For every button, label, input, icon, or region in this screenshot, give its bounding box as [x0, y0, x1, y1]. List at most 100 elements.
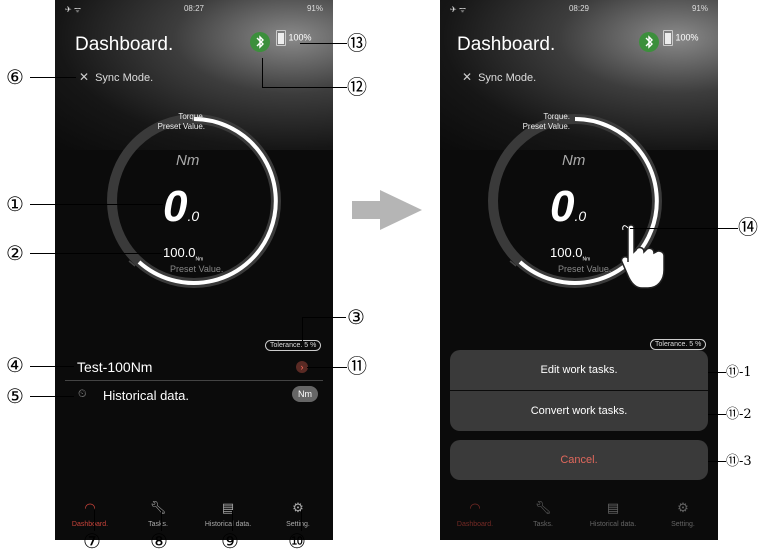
preset-value-unit: Nm: [195, 256, 204, 263]
callout-line: [94, 510, 95, 531]
tab-historical-data[interactable]: ▤ Historical data.: [193, 500, 263, 528]
tab-setting[interactable]: ⚙ Setting.: [648, 500, 718, 528]
callout-5: ⑤: [6, 384, 24, 408]
tab-historical-data[interactable]: ▤ Historical data.: [578, 500, 648, 528]
transition-arrow: [352, 190, 422, 230]
document-icon: ▤: [606, 500, 620, 515]
callout-1: ①: [6, 192, 24, 216]
torque-value: 0.0: [163, 182, 199, 232]
tab-dashboard[interactable]: ◠ Dashboard.: [440, 500, 510, 528]
callout-line: [161, 510, 162, 531]
callout-8: ⑧: [150, 529, 168, 553]
preset-value-top-label: Preset Value.: [522, 122, 570, 131]
tab-bar: ◠ Dashboard. 🔧︎ Tasks. ▤ Historical data. ⚙…: [440, 478, 718, 540]
callout-line: [708, 414, 726, 415]
task-name[interactable]: Test-100Nm: [77, 359, 152, 375]
page-title: Dashboard.: [75, 34, 174, 55]
battery-indicator: 100%: [663, 30, 699, 46]
torque-value-decimal: .0: [574, 208, 587, 224]
callout-4: ④: [6, 353, 24, 377]
tab-setting[interactable]: ⚙ Setting.: [263, 500, 333, 528]
callout-line: [302, 317, 346, 318]
unit-toggle[interactable]: Nm: [292, 386, 318, 402]
torque-value-decimal: .0: [187, 208, 200, 224]
callout-11: ⑪: [347, 354, 367, 378]
wrench-icon: 🔧︎: [149, 500, 167, 515]
callout-line: [300, 43, 347, 44]
preset-value-number: 100.0: [163, 245, 196, 260]
battery-icon: [276, 30, 286, 46]
tab-label: Tasks.: [148, 521, 168, 528]
status-battery: 91%: [306, 4, 323, 13]
callout-line: [30, 253, 162, 254]
convert-work-tasks-button[interactable]: Convert work tasks.: [450, 391, 708, 431]
callout-3: ③: [347, 305, 365, 329]
bluetooth-icon[interactable]: [250, 32, 270, 52]
sync-mode-button[interactable]: ✕ Sync Mode.: [79, 70, 153, 84]
torque-value-int: 0: [550, 182, 575, 231]
callout-10: ⑩: [288, 529, 306, 553]
callout-line: [30, 396, 74, 397]
torque-value-int: 0: [163, 182, 188, 231]
callout-13: ⑬: [347, 31, 367, 55]
callout-11-1: ⑪-1: [726, 365, 752, 380]
status-bar: ✈ ᯤ 08:27 91%: [65, 4, 323, 16]
tab-label: Historical data.: [204, 521, 252, 528]
callout-line: [262, 58, 263, 87]
callout-line: [232, 510, 233, 531]
preset-value-number: 100.0: [550, 245, 583, 260]
callout-line: [708, 372, 726, 373]
callout-14: ⑭: [738, 215, 758, 239]
callout-line: [630, 228, 738, 229]
sync-mode-label: Sync Mode.: [95, 72, 154, 84]
torque-label: Torque.: [178, 112, 205, 121]
gauge-icon: ◠: [84, 500, 96, 515]
callout-line: [301, 510, 302, 531]
edit-work-tasks-button[interactable]: Edit work tasks.: [450, 350, 708, 390]
callout-line: [708, 461, 726, 462]
preset-value: 100.0Nm: [163, 245, 203, 263]
gauge-icon: ◠: [469, 500, 481, 515]
sync-icon: ✕: [79, 70, 90, 84]
callout-line: [302, 317, 303, 341]
callout-line: [30, 204, 163, 205]
tap-hand-icon: [620, 224, 665, 289]
battery-percent: 100%: [288, 32, 312, 43]
unit-label: Nm: [562, 152, 586, 169]
tab-label: Setting.: [286, 521, 310, 528]
callout-line: [30, 77, 76, 78]
unit-label: Nm: [176, 152, 200, 169]
tab-dashboard[interactable]: ◠ Dashboard.: [55, 500, 125, 528]
tab-label: Dashboard.: [456, 521, 494, 528]
tab-label: Tasks.: [533, 521, 553, 528]
tab-label: Dashboard.: [71, 521, 109, 528]
callout-6: ⑥: [6, 65, 24, 89]
history-icon: ⏲: [78, 388, 87, 400]
cancel-button[interactable]: Cancel.: [450, 440, 708, 480]
tab-tasks[interactable]: 🔧︎ Tasks.: [123, 500, 193, 528]
callout-7: ⑦: [83, 529, 101, 553]
gear-icon: ⚙: [292, 500, 304, 515]
gauge-top-label: Torque. Preset Value.: [490, 112, 570, 132]
historical-data-link[interactable]: Historical data.: [103, 388, 189, 403]
callout-line: [30, 366, 74, 367]
torque-value: 0.0: [550, 182, 586, 232]
gauge-top-label: Torque. Preset Value.: [115, 112, 205, 132]
status-time: 08:27: [183, 4, 205, 13]
status-battery: 91%: [691, 4, 708, 13]
callout-11-2: ⑪-2: [726, 407, 752, 422]
callout-9: ⑨: [221, 529, 239, 553]
battery-percent: 100%: [675, 32, 699, 43]
callout-line: [307, 367, 347, 368]
tab-tasks[interactable]: 🔧︎ Tasks.: [508, 500, 578, 528]
battery-icon: [663, 30, 673, 46]
sync-mode-button[interactable]: ✕ Sync Mode.: [462, 70, 536, 84]
callout-line: [262, 87, 347, 88]
wrench-icon: 🔧︎: [534, 500, 552, 515]
sync-icon: ✕: [462, 70, 473, 84]
gear-icon: ⚙: [677, 500, 689, 515]
document-icon: ▤: [221, 500, 235, 515]
callout-11-3: ⑪-3: [726, 454, 752, 469]
bluetooth-icon[interactable]: [639, 32, 659, 52]
torque-label: Torque.: [543, 112, 570, 121]
